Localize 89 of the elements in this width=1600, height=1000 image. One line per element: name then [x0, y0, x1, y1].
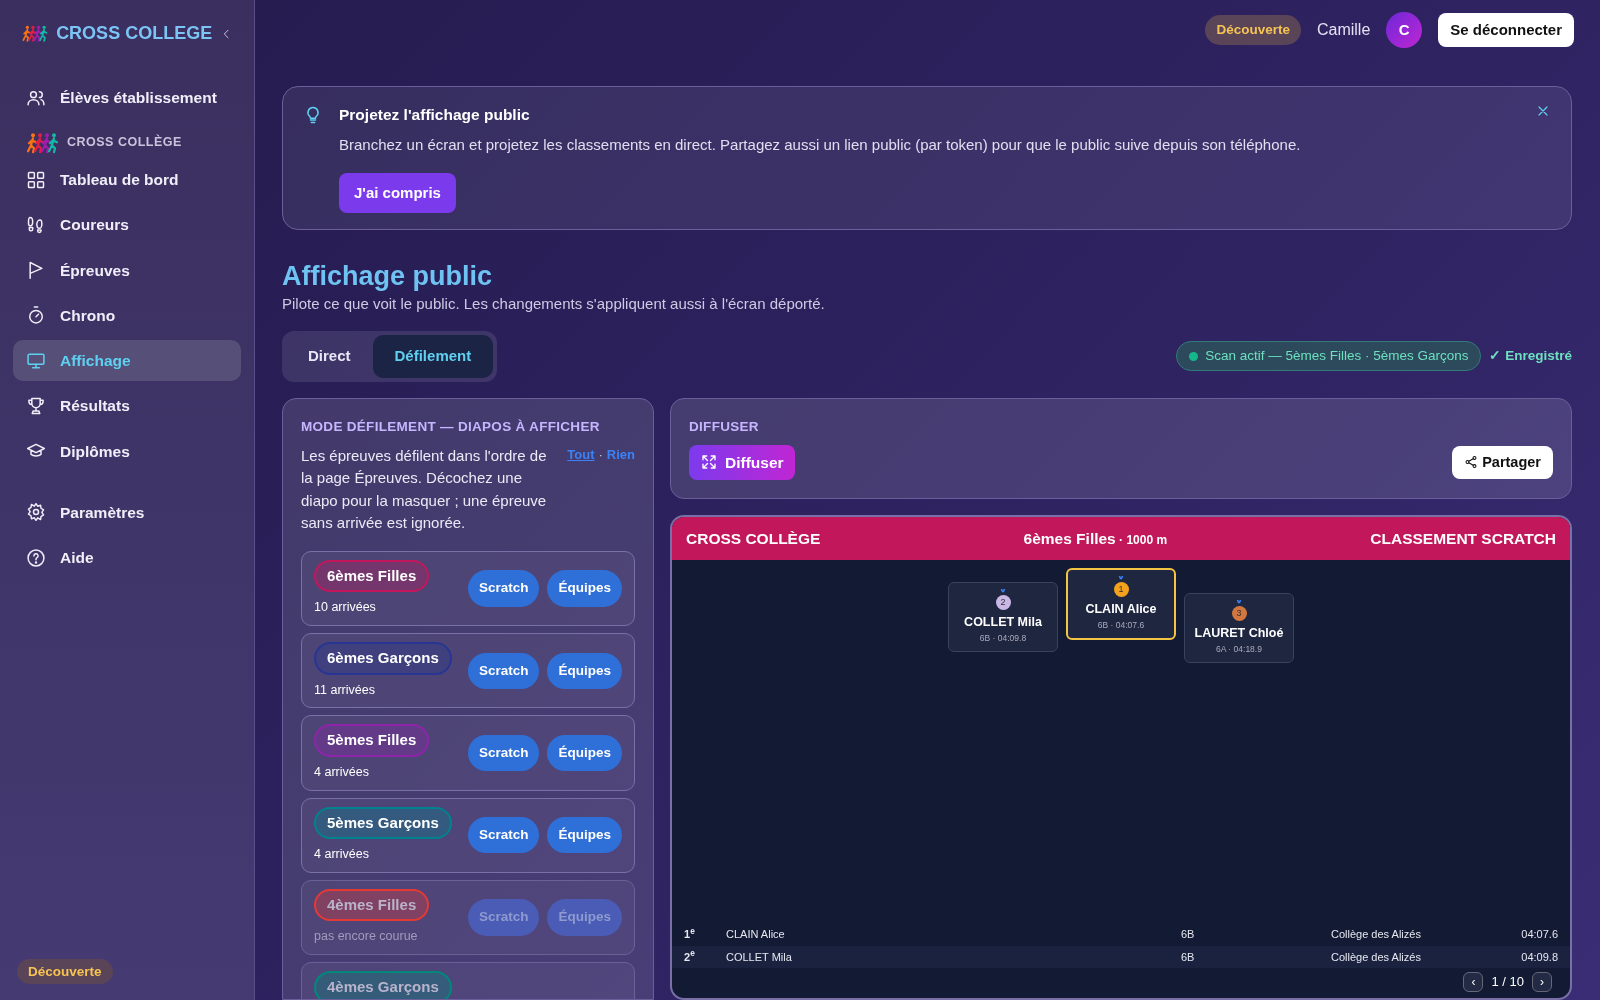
footprints-icon [26, 214, 46, 235]
help-icon [26, 547, 46, 568]
podium-detail: 6B · 04:09.8 [978, 632, 1028, 645]
sidebar-item[interactable]: Coureurs [13, 204, 241, 246]
podium-name: LAURET Chloé [1193, 625, 1285, 643]
medal: 1 [1113, 582, 1129, 598]
previous-button[interactable]: ‹ [1463, 972, 1484, 992]
expand-icon [700, 453, 718, 472]
scan-status-badge: Scan actif — 5èmes Filles · 5èmes Garçons [1176, 341, 1482, 372]
event-tag: 4èmes Filles [314, 888, 430, 922]
class-cell-text: 6B [1181, 949, 1196, 965]
mode-tab[interactable]: Défilement [372, 335, 494, 378]
slide-button[interactable]: Équipes [547, 734, 622, 772]
grid-icon [26, 169, 46, 190]
event-tag: 4èmes Garçons [314, 971, 452, 999]
slide-button[interactable]: Équipes [547, 652, 622, 689]
event-status: pas encore courue [314, 928, 419, 946]
page-indicator: 1 / 10 [1491, 973, 1524, 992]
event-status: 4 arrivées [314, 763, 370, 781]
panel-title: DIFFUSER [689, 417, 760, 436]
dismiss-button[interactable]: J'ai compris [339, 172, 456, 214]
brand-name: CROSS COLLEGE [56, 22, 213, 46]
school-cell-text: Collège des Alizés [1331, 949, 1422, 965]
slide-button[interactable]: Scratch [467, 734, 540, 772]
time-cell-text: 04:09.8 [1521, 949, 1558, 965]
sidebar-item[interactable]: Élèves établissement [13, 77, 241, 119]
name-cell-text: CLAIN Alice [726, 927, 786, 942]
event-tag: 5èmes Garçons [314, 806, 452, 840]
sidebar-item[interactable]: Paramètres [13, 491, 241, 534]
page-subtitle: Pilote ce que voit le public. Les changements s'appliquent aussi à l'écran déporté. [282, 293, 826, 314]
logout-button[interactable]: Se déconnecter [1438, 12, 1574, 48]
settings-icon [26, 502, 46, 523]
mode-tab[interactable]: Direct [286, 335, 373, 378]
runners-logo-icon [25, 130, 59, 156]
plan-badge: Découverte [1205, 14, 1301, 46]
preview-distance: · 1000 m [1118, 533, 1168, 548]
school-cell-text: Collège des Alizés [1331, 927, 1422, 942]
sidebar-item[interactable]: Affichage [13, 340, 241, 382]
slide-button[interactable]: Scratch [467, 817, 540, 854]
event-tag: 6èmes Garçons [314, 642, 452, 675]
tip-title: Projetez l'affichage public [339, 104, 531, 125]
user-name: Camille [1316, 19, 1371, 40]
slide-button[interactable]: Équipes [547, 570, 622, 607]
trophy-icon [26, 395, 46, 416]
event-status: 11 arrivées [314, 681, 376, 699]
next-button[interactable]: › [1532, 972, 1552, 992]
event-status: 10 arrivées [314, 599, 377, 617]
sidebar-item[interactable]: Aide [13, 537, 241, 579]
podium-name: CLAIN Alice [1084, 601, 1158, 619]
separator: · [598, 445, 603, 464]
podium-name: COLLET Mila [963, 614, 1043, 632]
class-cell-text: 6B [1181, 927, 1196, 942]
medal: 2 [995, 595, 1011, 611]
time-cell-text: 04:07.6 [1521, 927, 1558, 942]
save-status: ✓ Enregistré [1489, 347, 1572, 366]
sidebar-item[interactable]: Épreuves [13, 249, 241, 291]
podium-detail: 6A · 04:18.9 [1215, 643, 1263, 656]
preview-event: 6èmes Filles [1023, 530, 1116, 548]
slide-button[interactable]: Scratch [467, 570, 540, 607]
section-title: CROSS COLLÈGE [67, 133, 182, 152]
preview-mode: CLASSEMENT SCRATCH [1370, 529, 1556, 550]
name-cell-text: COLLET Mila [726, 949, 793, 965]
page-title: Affichage public [282, 260, 493, 293]
slide-button[interactable]: Scratch [467, 652, 540, 689]
stopwatch-icon [26, 305, 46, 326]
avatar: C [1386, 11, 1423, 48]
podium-detail: 6B · 04:07.6 [1096, 619, 1146, 632]
broadcast-button[interactable]: Diffuser [689, 444, 795, 481]
plan-badge: Découverte [17, 958, 113, 984]
sidebar-item[interactable]: Diplômes [13, 430, 241, 472]
sidebar-item[interactable]: Tableau de bord [13, 159, 241, 201]
tip-text: Branchez un écran et projetez les classements en direct. Partagez aussi un lien public (par token) pour que le public suive depuis son téléphone. [339, 135, 1302, 156]
preview-brand: CROSS COLLÈGE [686, 529, 821, 550]
rank-cell-text: 2$^{e}$ [684, 948, 696, 965]
event-tag: 5èmes Filles [314, 724, 430, 757]
share-button[interactable]: Partager [1452, 445, 1553, 480]
rank-cell-text: 1$^{e}$ [684, 926, 696, 942]
share-icon [1464, 455, 1479, 470]
flag-icon [26, 260, 46, 281]
panel-description: Les épreuves défilent dans l'ordre de la page Épreuves. Décochez une diapo pour la masquer ; une épreuve sans arrivée est ignorée. [301, 445, 548, 534]
sidebar-item[interactable]: Chrono [13, 294, 241, 337]
panel-title: MODE DÉFILEMENT — DIAPOS À AFFICHER [301, 417, 601, 436]
users-icon [26, 88, 46, 108]
event-tag: 6èmes Filles [314, 559, 430, 593]
event-status: 4 arrivées [314, 846, 370, 864]
sidebar-item[interactable]: Résultats [13, 385, 241, 427]
medal: 3 [1231, 606, 1247, 622]
status-dot [1189, 351, 1199, 361]
slide-button[interactable]: Équipes [547, 817, 622, 854]
